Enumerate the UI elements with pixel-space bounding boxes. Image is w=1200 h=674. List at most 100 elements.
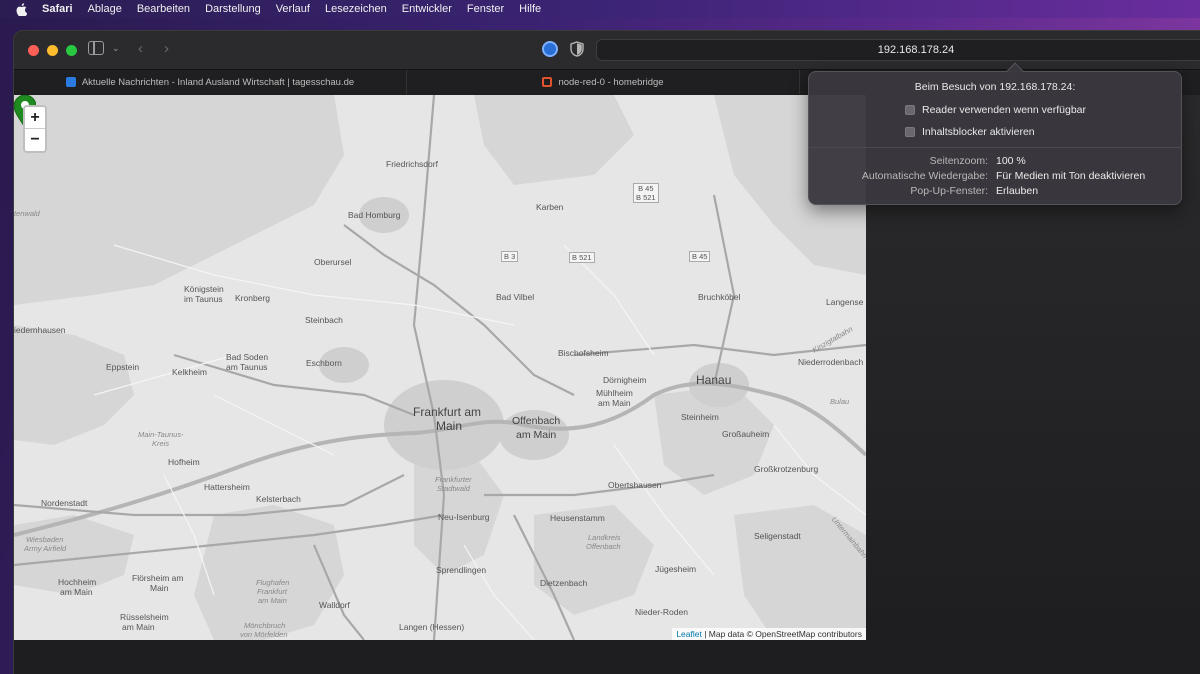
traffic-lights	[28, 44, 77, 56]
map-label: Main	[436, 419, 463, 433]
reader-label: Reader verwenden wenn verfügbar	[922, 104, 1087, 116]
map-label: Bad Soden	[226, 352, 269, 362]
map-label: Obertshausen	[608, 480, 662, 490]
map-label: Eschborn	[306, 358, 342, 368]
map-label: am Main	[598, 398, 631, 408]
attribution-text: | Map data © OpenStreetMap contributors	[701, 629, 862, 639]
back-icon[interactable]: ‹	[138, 40, 143, 57]
close-button[interactable]	[28, 44, 39, 56]
menu-lesezeichen[interactable]: Lesezeichen	[325, 3, 387, 15]
map-label: Hochheim	[58, 577, 97, 587]
map-label: Oberursel	[314, 257, 352, 267]
menu-verlauf[interactable]: Verlauf	[276, 3, 310, 15]
map-label: Dörnigheim	[603, 375, 647, 385]
map-label: Großkrotzenburg	[754, 464, 819, 474]
autoplay-row[interactable]: Automatische Wiedergabe: Für Medien mit …	[809, 170, 1181, 182]
map-label: Frankfurt am	[413, 405, 482, 419]
shield-icon[interactable]	[570, 41, 584, 57]
sidebar-icon[interactable]	[88, 41, 104, 55]
map-label: Jügesheim	[655, 564, 697, 574]
menu-ablage[interactable]: Ablage	[88, 3, 122, 15]
road-shield: B 45 B 521	[633, 183, 659, 203]
popup-value[interactable]: Erlauben	[996, 185, 1038, 197]
popover-title: Beim Besuch von 192.168.178.24:	[914, 81, 1076, 93]
road-shield: B 521	[569, 252, 595, 263]
map-label: Kelsterbach	[256, 494, 301, 504]
divider	[809, 147, 1181, 148]
map-label: am Main	[122, 622, 155, 632]
map-label: Langen (Hessen)	[399, 622, 465, 632]
map-label: Sprendlingen	[436, 565, 487, 575]
map-label: Flughafen	[256, 578, 290, 587]
address-bar[interactable]: 192.168.178.24	[596, 39, 1200, 61]
map-label: Karben	[536, 202, 564, 212]
menu-bar: Safari Ablage Bearbeiten Darstellung Ver…	[0, 0, 1200, 18]
map-label: Offenbach	[586, 542, 621, 551]
content-blocker-option[interactable]: Inhaltsblocker aktivieren	[905, 126, 1035, 138]
map-label: Frankfurt	[257, 587, 288, 596]
map-label: iedernhausen	[14, 325, 66, 335]
content-blocker-checkbox[interactable]	[905, 127, 915, 137]
map-label: am Taunus	[226, 362, 268, 372]
website-settings-popover: Beim Besuch von 192.168.178.24: Reader v…	[808, 62, 1182, 205]
map-label: am Main	[516, 429, 557, 441]
menu-bearbeiten[interactable]: Bearbeiten	[137, 3, 190, 15]
forward-icon[interactable]: ›	[164, 40, 169, 57]
map-label: Hofheim	[168, 457, 200, 467]
zoom-button[interactable]	[66, 44, 77, 56]
map-label: Dietzenbach	[540, 578, 588, 588]
map-label: Heusenstamm	[550, 513, 605, 523]
map-label: Nordenstadt	[41, 498, 88, 508]
map-label: Steinheim	[681, 412, 719, 422]
menu-darstellung[interactable]: Darstellung	[205, 3, 261, 15]
chevron-down-icon[interactable]: ⌄	[112, 43, 120, 54]
zoom-out-button[interactable]: −	[25, 129, 45, 151]
tagesschau-icon	[65, 77, 76, 87]
popup-key: Pop-Up-Fenster:	[910, 185, 988, 197]
page-zoom-key: Seitenzoom:	[929, 155, 988, 167]
leaflet-link[interactable]: Leaflet	[676, 629, 702, 639]
menu-fenster[interactable]: Fenster	[467, 3, 504, 15]
map-label: Kelkheim	[172, 367, 207, 377]
apple-icon[interactable]	[14, 2, 28, 16]
reader-option[interactable]: Reader verwenden wenn verfügbar	[905, 104, 1086, 116]
map-label: tenwald	[14, 209, 40, 218]
toolbar: ⌄ ‹ › 192.168.178.24	[14, 31, 1200, 69]
shield-label: B 45	[638, 184, 654, 193]
password-icon[interactable]	[542, 41, 558, 57]
map-label: Bulau	[830, 397, 850, 406]
map-label: Bad Homburg	[348, 210, 401, 220]
map-label: Königstein	[184, 284, 224, 294]
tab-tagesschau[interactable]: Aktuelle Nachrichten - Inland Ausland Wi…	[14, 70, 407, 94]
map-label: Kronberg	[235, 293, 270, 303]
menu-entwickler[interactable]: Entwickler	[402, 3, 452, 15]
map-label: Mühlheim	[596, 388, 633, 398]
menu-safari[interactable]: Safari	[42, 3, 73, 15]
map-label: Eppstein	[106, 362, 140, 372]
map-tiles	[14, 95, 866, 640]
autoplay-value[interactable]: Für Medien mit Ton deaktivieren	[996, 170, 1145, 182]
map-label: Bischofsheim	[558, 348, 609, 358]
map-attribution: Leaflet | Map data © OpenStreetMap contr…	[672, 628, 866, 640]
tab-node-red[interactable]: node-red-0 - homebridge	[407, 70, 800, 94]
page-zoom-row[interactable]: Seitenzoom: 100 %	[809, 155, 1181, 167]
menu-hilfe[interactable]: Hilfe	[519, 3, 541, 15]
map-label: am Main	[60, 587, 93, 597]
map-label: Seligenstadt	[754, 531, 801, 541]
map-view[interactable]: Frankfurt am Main Offenbach am Main Hana…	[14, 95, 866, 640]
minimize-button[interactable]	[47, 44, 58, 56]
map-label: Hanau	[696, 373, 732, 387]
map-label: Rüsselsheim	[120, 612, 169, 622]
popup-row[interactable]: Pop-Up-Fenster: Erlauben	[809, 185, 1181, 197]
map-label: Main-Taunus-	[138, 430, 184, 439]
map-label: Niederrodenbach	[798, 357, 864, 367]
map-label: Landkreis	[588, 533, 621, 542]
map-label: Bruchköbel	[698, 292, 741, 302]
reader-checkbox[interactable]	[905, 105, 915, 115]
url-text: 192.168.178.24	[877, 44, 955, 56]
zoom-in-button[interactable]: +	[25, 107, 45, 129]
autoplay-key: Automatische Wiedergabe:	[861, 170, 988, 182]
map-label: Steinbach	[305, 315, 343, 325]
map-label: Neu-Isenburg	[438, 512, 490, 522]
page-zoom-value[interactable]: 100 %	[996, 155, 1026, 167]
